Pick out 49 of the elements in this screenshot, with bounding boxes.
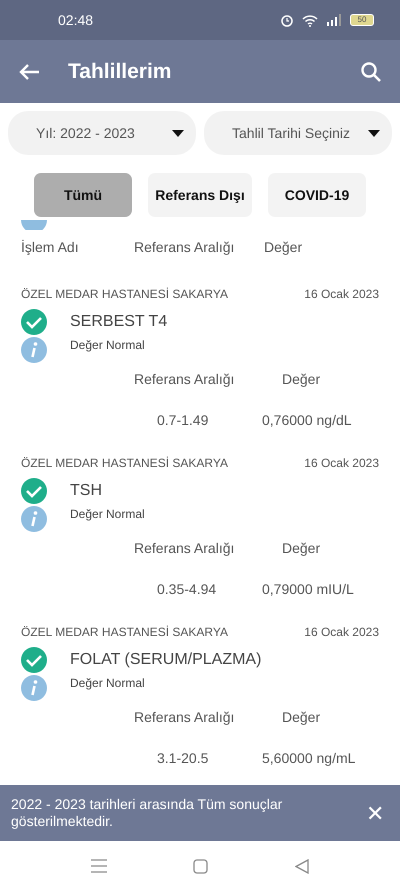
column-header: Referans Aralığı	[134, 708, 236, 727]
result-value: 0,76000 ng/dL	[262, 411, 352, 430]
test-name: SERBEST T4	[70, 312, 168, 332]
column-header: Değer	[282, 708, 320, 727]
status-text: Değer Normal	[70, 675, 145, 692]
menu-icon[interactable]	[91, 859, 108, 873]
dropdown-caret-icon	[172, 130, 184, 136]
screen-title: Tahlillerim	[68, 58, 172, 84]
result-value: 5,60000 ng/mL	[262, 749, 356, 768]
alarm-icon	[280, 13, 294, 27]
dropdown-field[interactable]: Yıl: 2022 - 2023	[8, 111, 196, 155]
status-text: Değer Normal	[70, 506, 145, 523]
filter-chip[interactable]: Tümü	[34, 173, 132, 217]
hospital-name: ÖZEL MEDAR HASTANESİ SAKARYA	[21, 455, 228, 472]
hospital-name: ÖZEL MEDAR HASTANESİ SAKARYA	[21, 624, 228, 641]
back-arrow-icon[interactable]	[18, 62, 40, 80]
column-header: Referans Aralığı	[134, 238, 236, 257]
snackbar-message: 2022 - 2023 tarihleri arasında Tüm sonuçlar gösterilmektedir.	[11, 796, 284, 830]
column-header: Değer	[264, 238, 304, 257]
dropdown-caret-icon	[368, 130, 380, 136]
signal-icon	[326, 14, 342, 26]
reference-range: 0.7-1.49	[157, 411, 210, 430]
result-date: 16 Ocak 2023	[304, 624, 379, 641]
column-header: Değer	[282, 370, 320, 389]
search-icon[interactable]	[360, 60, 382, 82]
filter-chip[interactable]: Referans Dışı	[148, 173, 252, 217]
dropdown-label: Tahlil Tarihi Seçiniz	[232, 124, 350, 143]
result-value: 0,79000 mIU/L	[262, 580, 354, 599]
column-header: İşlem Adı	[21, 238, 80, 257]
clock-time: 02:48	[58, 10, 94, 30]
battery-icon: 50	[350, 14, 374, 26]
column-header: Değer	[282, 539, 320, 558]
wifi-icon	[302, 14, 318, 26]
home-icon[interactable]	[193, 858, 208, 874]
hospital-name: ÖZEL MEDAR HASTANESİ SAKARYA	[21, 286, 228, 303]
reference-range: 3.1-20.5	[157, 749, 210, 768]
result-date: 16 Ocak 2023	[304, 455, 379, 472]
test-name: TSH	[70, 481, 102, 501]
back-icon[interactable]	[294, 858, 309, 874]
filter-chip[interactable]: COVID-19	[268, 173, 366, 217]
column-header: Referans Aralığı	[134, 539, 236, 558]
close-button[interactable]: ✕	[366, 796, 384, 830]
reference-range: 0.35-4.94	[157, 580, 218, 599]
dropdown-label: Yıl: 2022 - 2023	[36, 124, 135, 142]
result-date: 16 Ocak 2023	[304, 286, 379, 303]
dropdown-field[interactable]: Tahlil Tarihi Seçiniz	[204, 111, 392, 155]
test-name: FOLAT (SERUM/PLAZMA)	[70, 650, 262, 670]
column-header: Referans Aralığı	[134, 370, 236, 389]
status-text: Değer Normal	[70, 337, 145, 354]
